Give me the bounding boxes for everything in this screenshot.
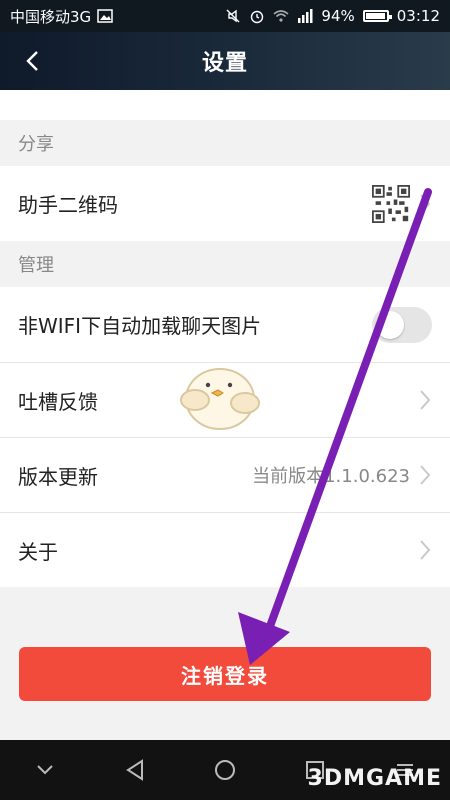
chevron-left-icon [26, 51, 38, 71]
qr-code-icon [372, 184, 410, 223]
row-about-label: 关于 [18, 539, 58, 564]
alarm-icon [251, 10, 264, 24]
circle-home-icon [215, 760, 235, 780]
settings-content: 分享 助手二维码 管理 非WIFI下自动加载聊天图片 吐槽反馈 版本更新 当前版… [0, 90, 450, 740]
toggle-knob [376, 310, 404, 339]
row-auto-download-label: 非WIFI下自动加载聊天图片 [18, 314, 262, 338]
back-button[interactable] [16, 44, 50, 78]
row-helper-qr-label: 助手二维码 [18, 193, 118, 217]
image-icon [97, 9, 113, 23]
title-bar: 设置 [0, 32, 450, 90]
nav-collapse-button[interactable] [17, 750, 73, 790]
signal-icon [298, 9, 313, 23]
section-manage-header: 管理 [18, 255, 54, 276]
page-title: 设置 [201, 51, 248, 76]
battery-icon [362, 10, 392, 22]
chevron-down-icon [37, 765, 53, 775]
chevron-right-icon [420, 465, 431, 485]
row-update[interactable]: 版本更新 当前版本1.1.0.623 [0, 437, 450, 512]
status-left: 中国移动3G [10, 6, 113, 27]
logout-button[interactable]: 注销登录 [19, 647, 431, 701]
row-helper-qr[interactable]: 助手二维码 [0, 166, 450, 241]
row-auto-download: 非WIFI下自动加载聊天图片 [0, 287, 450, 362]
status-right: 94% 03:12 [225, 7, 440, 25]
triangle-back-icon [126, 759, 143, 781]
row-feedback-label: 吐槽反馈 [18, 389, 98, 414]
partial-row [0, 90, 450, 120]
nav-back-button[interactable] [107, 750, 163, 790]
status-bar: 中国移动3G 94% 03:12 [0, 0, 450, 32]
clock: 03:12 [396, 7, 440, 25]
chevron-right-icon [420, 540, 431, 560]
battery-percent: 94% [321, 7, 355, 25]
wifi-icon [273, 10, 289, 22]
chevron-right-icon [420, 390, 431, 410]
row-helper-qr-right [372, 184, 432, 223]
row-update-right: 当前版本1.1.0.623 [252, 462, 432, 488]
row-feedback[interactable]: 吐槽反馈 [0, 362, 450, 437]
section-share-header: 分享 [18, 134, 54, 155]
row-update-label: 版本更新 [18, 464, 98, 489]
current-version: 当前版本1.1.0.623 [252, 466, 410, 487]
nav-home-button[interactable] [197, 750, 253, 790]
chevron-right-icon [420, 193, 431, 214]
carrier-label: 中国移动3G [10, 7, 92, 26]
row-about[interactable]: 关于 [0, 512, 450, 587]
logout-area: 注销登录 [0, 636, 450, 740]
auto-download-toggle[interactable] [372, 306, 432, 343]
watermark-text: 3DMGAME [307, 766, 442, 791]
mute-icon [226, 9, 240, 23]
